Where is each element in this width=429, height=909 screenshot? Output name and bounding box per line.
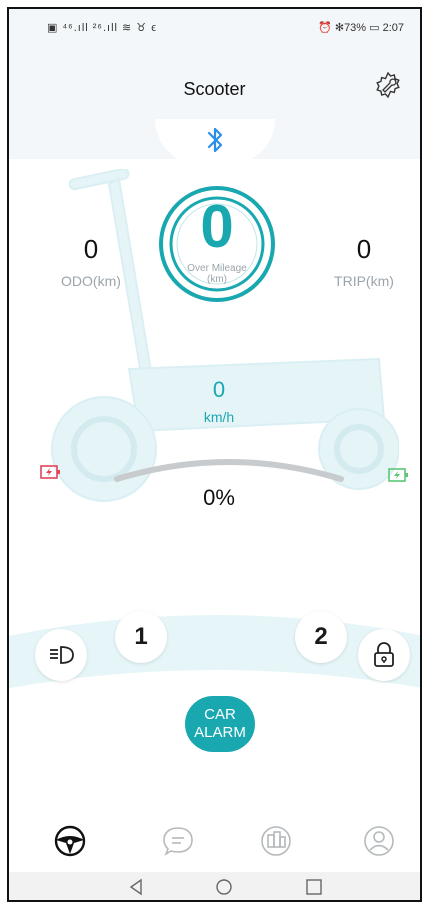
headlight-button[interactable] xyxy=(35,629,87,681)
speed-value: 0 xyxy=(212,377,226,402)
speed-unit: km/h xyxy=(203,409,235,425)
phone-screen: ▣ ⁴⁶.ıll ²⁶.ıll ≋ ♉ ϵ ⏰ ✻73% ▭ 2:07 Scoo… xyxy=(7,7,422,902)
steering-wheel-icon[interactable] xyxy=(53,824,87,858)
odometer-label: ODO(km) xyxy=(61,273,121,289)
over-mileage-text: Over Mileage xyxy=(187,263,247,274)
status-left-icons: ▣ ⁴⁶.ıll ²⁶.ıll ≋ ♉ ϵ xyxy=(47,22,158,34)
battery-percent: 0% xyxy=(203,485,235,510)
status-bar: ▣ ⁴⁶.ıll ²⁶.ıll ≋ ♉ ϵ ⏰ ✻73% ▭ 2:07 xyxy=(9,19,420,39)
speed-mode-2-button[interactable]: 2 xyxy=(295,611,347,663)
chat-icon[interactable] xyxy=(161,824,195,858)
battery-level-arc xyxy=(114,459,344,482)
devices-icon[interactable] xyxy=(259,824,293,858)
back-icon[interactable] xyxy=(125,876,147,898)
over-mileage-label: Over Mileage (km) xyxy=(157,263,277,285)
car-alarm-line1: CAR xyxy=(204,706,236,723)
car-alarm-line2: ALARM xyxy=(194,724,246,741)
home-icon[interactable] xyxy=(213,876,235,898)
page-title: Scooter xyxy=(183,79,246,99)
recents-icon[interactable] xyxy=(303,876,325,898)
speed-mode-1-button[interactable]: 1 xyxy=(115,611,167,663)
status-right-info: ⏰ ✻73% ▭ 2:07 xyxy=(318,22,404,34)
lock-icon xyxy=(374,642,394,667)
over-mileage-value: 0 xyxy=(200,193,234,260)
car-alarm-button[interactable]: CAR ALARM xyxy=(185,696,255,752)
odometer-stat: 0 ODO(km) xyxy=(51,234,131,289)
battery-low-icon xyxy=(40,465,60,479)
bluetooth-icon[interactable] xyxy=(203,125,227,155)
battery-full-icon xyxy=(388,468,408,482)
trip-stat: 0 TRIP(km) xyxy=(324,234,404,289)
headlight-icon xyxy=(50,646,74,664)
lock-button[interactable] xyxy=(358,629,410,681)
trip-label: TRIP(km) xyxy=(334,273,394,289)
odometer-value: 0 xyxy=(83,234,99,264)
bottom-tab-bar xyxy=(9,824,420,872)
gear-icon[interactable] xyxy=(374,71,402,99)
trip-value: 0 xyxy=(356,234,372,264)
system-nav-bar xyxy=(9,872,420,900)
profile-icon[interactable] xyxy=(362,824,396,858)
over-mileage-unit: (km) xyxy=(207,274,227,285)
